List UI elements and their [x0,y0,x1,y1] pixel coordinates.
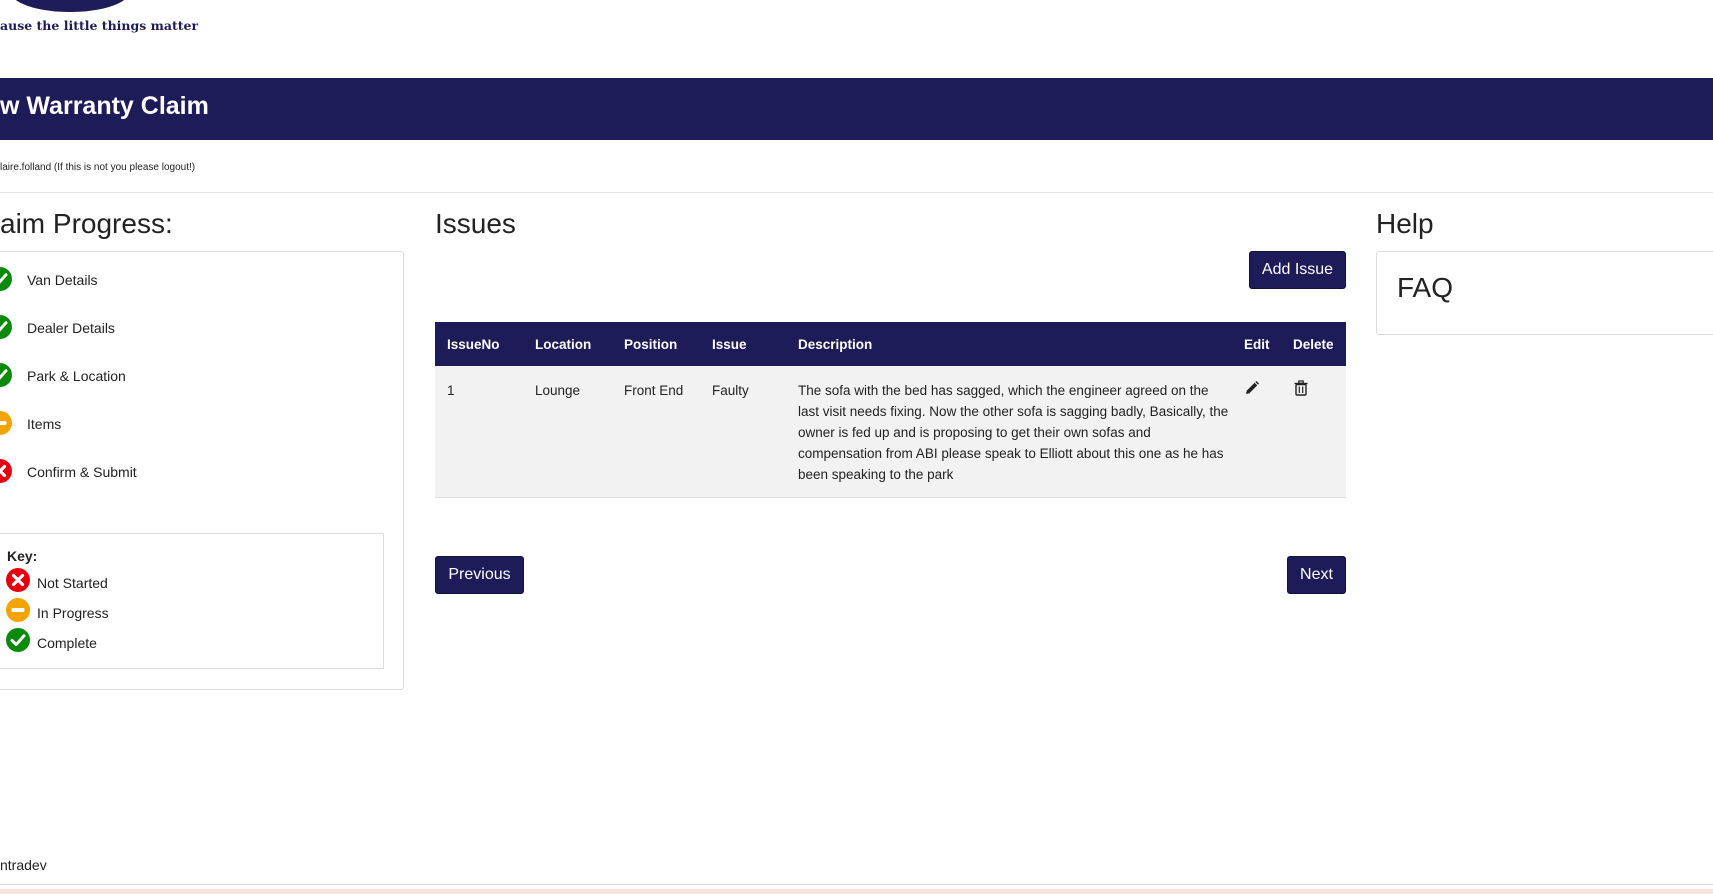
cell-issue: Faulty [700,366,786,498]
status-key: Key: Not Started In Progress Complete [0,533,384,669]
cell-delete [1281,366,1346,498]
footer-divider [0,884,1713,885]
step-label: Confirm & Submit [27,464,137,480]
column-header: Delete [1281,322,1346,366]
header-divider [0,192,1713,193]
cell-location: Lounge [523,366,612,498]
cell-issue-no: 1 [435,366,523,498]
table-header-row: IssueNo Location Position Issue Descript… [435,322,1346,366]
trash-icon[interactable] [1293,380,1309,396]
claim-progress-heading: aim Progress: [0,208,173,239]
check-circle-icon [0,267,12,291]
pencil-icon[interactable] [1244,380,1260,396]
faq-panel: FAQ [1376,251,1713,335]
minus-circle-icon [0,411,12,435]
step-label: Van Details [27,272,98,288]
step-label: Park & Location [27,368,126,384]
column-header: Description [786,322,1232,366]
footer-strip [0,889,1713,894]
check-circle-icon [0,315,12,339]
x-circle-icon [6,568,30,592]
minus-circle-icon [6,598,30,622]
issues-heading: Issues [435,208,516,239]
page-banner: w Warranty Claim [0,78,1713,140]
page-title: w Warranty Claim [0,92,209,120]
cell-position: Front End [612,366,700,498]
column-header: Location [523,322,612,366]
key-label: In Progress [37,605,109,621]
column-header: Issue [700,322,786,366]
logged-in-user: laire.folland (If this is not you please… [0,162,196,173]
company-logo [10,0,130,12]
step-label: Items [27,416,62,432]
cell-edit [1232,366,1281,498]
issues-table: IssueNo Location Position Issue Descript… [435,322,1346,498]
column-header: Position [612,322,700,366]
help-heading: Help [1376,208,1434,239]
previous-button[interactable]: Previous [435,556,524,594]
next-button[interactable]: Next [1287,556,1346,594]
column-header: Edit [1232,322,1281,366]
claim-progress-panel: Van Details Dealer Details Park & Locati… [0,251,404,690]
column-header: IssueNo [435,322,523,366]
table-row: 1 Lounge Front End Faulty The sofa with … [435,366,1346,498]
check-circle-icon [0,363,12,387]
step-label: Dealer Details [27,320,115,336]
logo-tagline: ause the little things matter [0,18,199,33]
key-label: Not Started [37,575,108,591]
key-title: Key: [7,548,38,564]
faq-link[interactable]: FAQ [1397,272,1453,304]
check-circle-icon [6,628,30,652]
footer-text: ntradev [0,857,47,873]
cell-description: The sofa with the bed has sagged, which … [786,366,1232,498]
key-label: Complete [37,635,97,651]
add-issue-button[interactable]: Add Issue [1249,251,1346,289]
x-circle-icon [0,459,12,483]
